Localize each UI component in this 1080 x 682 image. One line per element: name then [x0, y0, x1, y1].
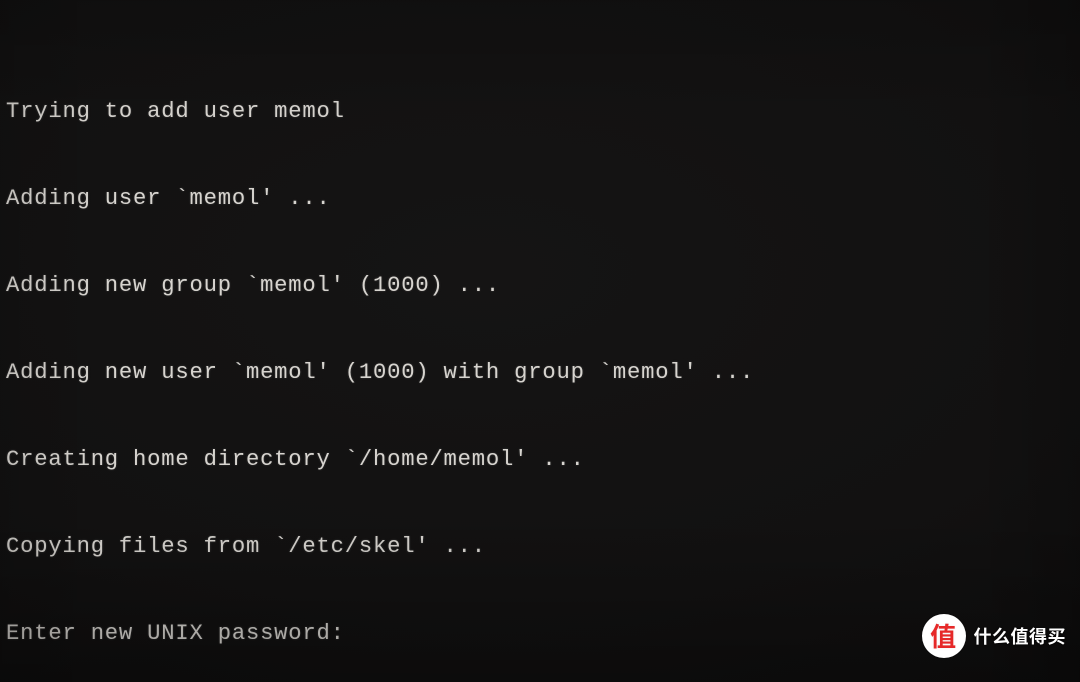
terminal-screen[interactable]: Trying to add user memol Adding user `me…: [0, 0, 1080, 682]
terminal-line: Copying files from `/etc/skel' ...: [6, 532, 1074, 561]
terminal-line: Enter new UNIX password:: [6, 619, 1074, 648]
terminal-line: Adding user `memol' ...: [6, 184, 1074, 213]
terminal-line: Adding new user `memol' (1000) with grou…: [6, 358, 1074, 387]
terminal-line: Trying to add user memol: [6, 97, 1074, 126]
terminal-line: Creating home directory `/home/memol' ..…: [6, 445, 1074, 474]
terminal-line: Adding new group `memol' (1000) ...: [6, 271, 1074, 300]
